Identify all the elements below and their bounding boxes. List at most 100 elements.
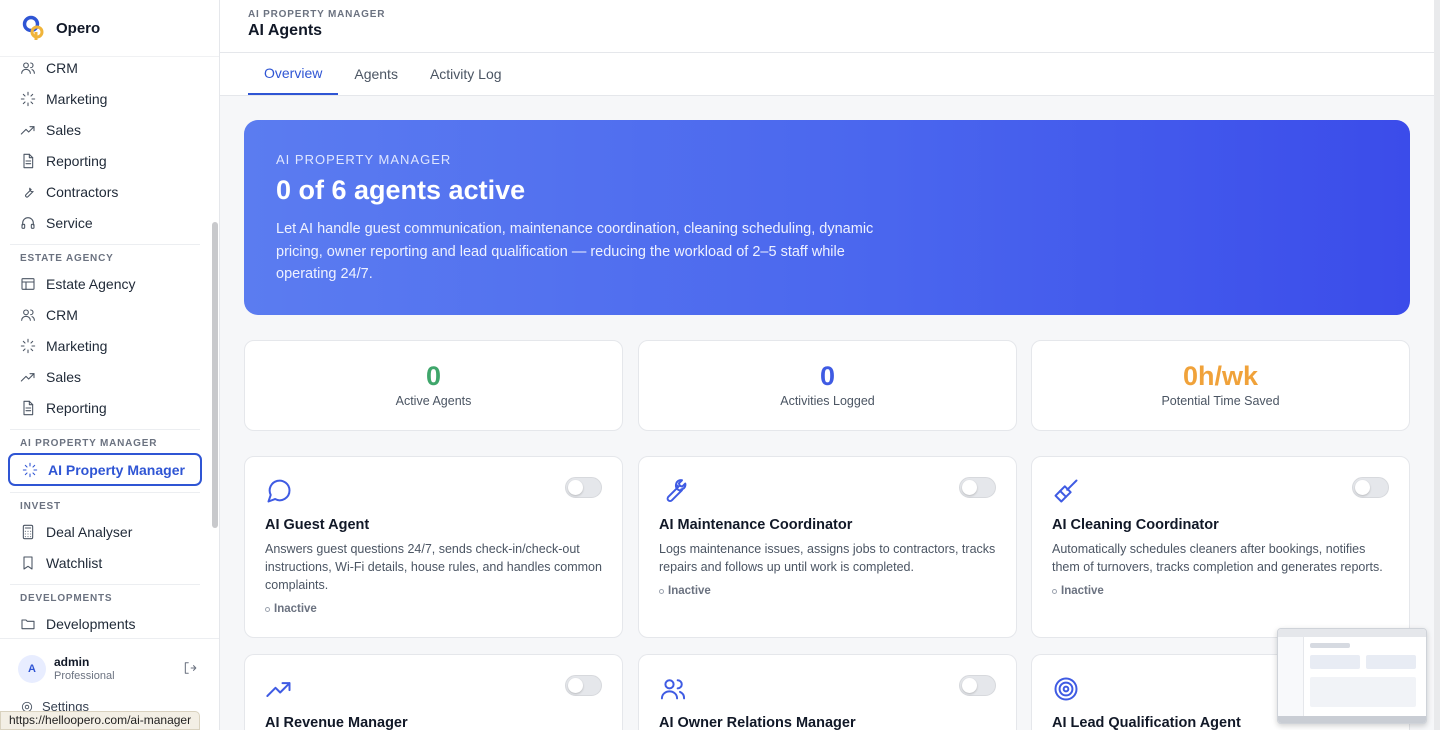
brand[interactable]: Opero [0, 0, 219, 57]
calculator-icon [22, 524, 34, 539]
sidebar-item-label: Deal Analyser [46, 523, 133, 540]
thumbnail-block [1366, 655, 1416, 669]
sidebar-nav[interactable]: CRM Marketing Sales Reporting Contractor… [0, 52, 210, 637]
users-icon [21, 61, 35, 74]
sidebar-item-marketing[interactable]: Marketing [0, 83, 210, 114]
agent-toggle[interactable] [565, 477, 602, 498]
status-url-bar: https://helloopero.com/ai-manager [0, 711, 201, 730]
table-icon [21, 277, 35, 290]
agent-card-cleaning[interactable]: AI Cleaning Coordinator Automatically sc… [1031, 456, 1410, 638]
agent-card-revenue[interactable]: AI Revenue Manager [244, 654, 623, 730]
tab-overview[interactable]: Overview [248, 53, 339, 95]
agent-card-maintenance[interactable]: AI Maintenance Coordinator Logs maintena… [638, 456, 1017, 638]
stat-active-agents: 0 Active Agents [244, 340, 623, 431]
document-icon [23, 400, 34, 415]
user-panel[interactable]: A admin Professional [0, 638, 219, 698]
sparkle-icon [20, 91, 36, 106]
sidebar: Opero CRM Marketing Sales Reporting Cont… [0, 0, 220, 730]
sidebar-item-label: AI Property Manager [48, 461, 185, 478]
page-header: AI PROPERTY MANAGER AI Agents [220, 0, 1434, 53]
sidebar-item-label: Marketing [46, 90, 108, 107]
status-text: Inactive [668, 585, 711, 597]
wrench-icon [659, 477, 687, 505]
agent-toggle[interactable] [959, 675, 996, 696]
stat-value: 0h/wk [1182, 361, 1259, 391]
sidebar-item-estate-marketing[interactable]: Marketing [0, 330, 210, 361]
user-plan: Professional [54, 670, 115, 682]
agent-toggle[interactable] [565, 675, 602, 696]
thumbnail-toolbar [1278, 629, 1426, 637]
broom-icon [1052, 477, 1080, 505]
sidebar-item-estate-reporting[interactable]: Reporting [0, 392, 210, 423]
status-dot-icon [1052, 588, 1057, 594]
agent-title: AI Maintenance Coordinator [659, 517, 853, 533]
section-label-aipm: AI PROPERTY MANAGER [20, 438, 158, 449]
stat-time-saved: 0h/wk Potential Time Saved [1031, 340, 1410, 431]
section-label-invest: INVEST [20, 501, 61, 512]
logout-icon[interactable] [183, 661, 197, 675]
headset-icon [21, 216, 35, 229]
stat-activities-logged: 0 Activities Logged [638, 340, 1017, 431]
agent-card-guest[interactable]: AI Guest Agent Answers guest questions 2… [244, 456, 623, 638]
folder-icon [21, 618, 35, 629]
page-scrollbar[interactable] [1434, 0, 1440, 730]
hero-description: Let AI handle guest communication, maint… [276, 221, 874, 282]
avatar: A [18, 654, 46, 683]
agent-title: AI Owner Relations Manager [659, 715, 856, 730]
status-dot-icon [659, 588, 664, 594]
sidebar-item-estate-crm[interactable]: CRM [0, 299, 210, 330]
agent-card-owner-relations[interactable]: AI Owner Relations Manager [638, 654, 1017, 730]
agent-description: Logs maintenance issues, assigns jobs to… [659, 542, 996, 574]
sidebar-item-deal-analyser[interactable]: Deal Analyser [0, 516, 210, 547]
status-badge: Inactive [1052, 585, 1389, 597]
sidebar-item-reporting[interactable]: Reporting [0, 145, 210, 176]
trend-up-icon [20, 372, 35, 382]
sidebar-item-service[interactable]: Service [0, 207, 210, 238]
sidebar-item-label: Reporting [46, 152, 107, 169]
hero-headline: 0 of 6 agents active [276, 175, 526, 205]
users-icon [21, 308, 35, 321]
trend-up-icon [20, 125, 35, 135]
sidebar-scrollbar[interactable] [212, 222, 218, 528]
screenshot-thumbnail[interactable] [1277, 628, 1427, 724]
sidebar-item-label: Service [46, 214, 93, 231]
thumbnail-sidebar [1278, 637, 1304, 723]
sparkle-icon [20, 338, 36, 353]
status-text: Inactive [274, 603, 317, 615]
tab-agents[interactable]: Agents [338, 53, 414, 95]
sidebar-item-label: CRM [46, 306, 78, 323]
sidebar-item-ai-property-manager[interactable]: AI Property Manager [8, 453, 202, 486]
sidebar-item-label: CRM [46, 59, 78, 76]
agent-title: AI Revenue Manager [265, 715, 408, 730]
hero-kicker: AI PROPERTY MANAGER [276, 152, 452, 167]
sidebar-item-label: Watchlist [46, 554, 103, 571]
tab-activity-log[interactable]: Activity Log [414, 53, 518, 95]
agent-description: Automatically schedules cleaners after b… [1052, 542, 1383, 574]
users-icon [659, 675, 687, 703]
agent-toggle[interactable] [1352, 477, 1389, 498]
stat-label: Activities Logged [780, 394, 875, 408]
stat-label: Active Agents [395, 394, 472, 408]
status-badge: Inactive [265, 603, 602, 615]
thumbnail-block [1310, 677, 1416, 707]
sidebar-item-label: Reporting [46, 399, 107, 416]
sidebar-item-developments[interactable]: Developments [0, 608, 210, 637]
sidebar-item-label: Sales [46, 121, 82, 138]
user-name: admin [54, 655, 90, 669]
status-dot-icon [265, 606, 270, 612]
sidebar-item-estate-sales[interactable]: Sales [0, 361, 210, 392]
sidebar-item-estate-agency[interactable]: Estate Agency [0, 268, 210, 299]
breadcrumb: AI PROPERTY MANAGER [248, 9, 386, 20]
brand-name: Opero [56, 19, 101, 37]
status-text: Inactive [1061, 585, 1104, 597]
sidebar-item-crm[interactable]: CRM [0, 52, 210, 83]
section-label-dev: DEVELOPMENTS [20, 593, 113, 604]
agent-description: Answers guest questions 24/7, sends chec… [265, 542, 602, 592]
hero-banner: AI PROPERTY MANAGER 0 of 6 agents active… [244, 120, 1410, 315]
stat-value: 0 [425, 361, 442, 391]
section-label-estate: ESTATE AGENCY [20, 253, 114, 264]
sidebar-item-contractors[interactable]: Contractors [0, 176, 210, 207]
agent-toggle[interactable] [959, 477, 996, 498]
sidebar-item-sales[interactable]: Sales [0, 114, 210, 145]
sidebar-item-watchlist[interactable]: Watchlist [0, 547, 210, 578]
